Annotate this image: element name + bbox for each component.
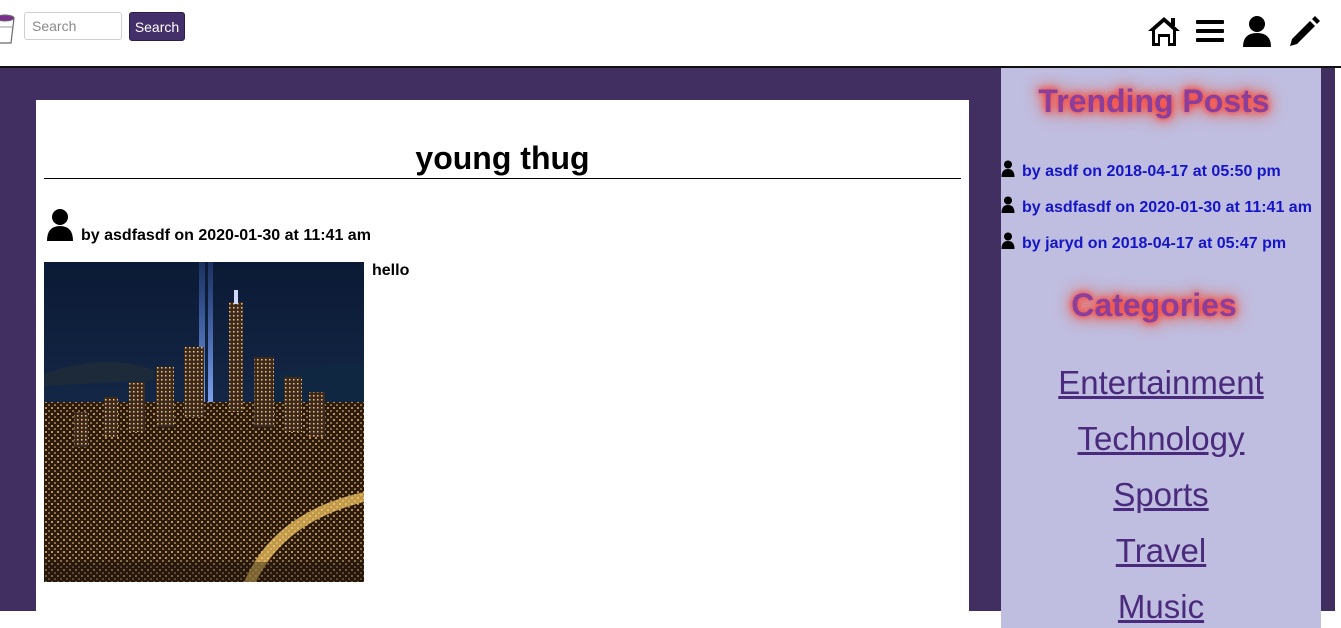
post-meta: by asdfasdf on 2020-01-30 at 11:41 am (81, 227, 371, 244)
post-image (44, 262, 364, 582)
trending-post-link[interactable]: by asdfasdf on 2020-01-30 at 11:41 am (1001, 196, 1312, 217)
trending-post-link[interactable]: by jaryd on 2018-04-17 at 05:47 pm (1001, 232, 1286, 253)
post-card: young thug by asdfasdf on 2020-01-30 at … (36, 100, 969, 620)
trending-post-link[interactable]: by asdf on 2018-04-17 at 05:50 pm (1001, 160, 1281, 181)
category-link-sports[interactable]: Sports (1001, 476, 1321, 514)
scrollbar-track[interactable] (1335, 68, 1341, 611)
post-title: young thug (44, 138, 961, 179)
menu-icon[interactable] (1193, 14, 1227, 48)
post-body: hello (372, 262, 410, 279)
search-input[interactable] (24, 12, 122, 40)
trending-post-label: by jaryd on 2018-04-17 at 05:47 pm (1022, 235, 1287, 252)
trending-post-label: by asdf on 2018-04-17 at 05:50 pm (1022, 163, 1281, 180)
user-icon (1001, 160, 1015, 177)
sidebar: Trending Posts by asdf on 2018-04-17 at … (1001, 68, 1321, 628)
cup-logo-icon[interactable] (0, 10, 16, 44)
user-icon (1001, 232, 1015, 249)
user-icon (1001, 196, 1015, 213)
category-link-travel[interactable]: Travel (1001, 532, 1321, 570)
categories-heading: Categories (1071, 287, 1237, 323)
user-icon[interactable] (1240, 14, 1274, 48)
category-link-technology[interactable]: Technology (1001, 420, 1321, 458)
search-button[interactable]: Search (129, 12, 185, 41)
home-icon[interactable] (1147, 14, 1181, 48)
category-link-music[interactable]: Music (1001, 588, 1321, 626)
trending-post-label: by asdfasdf on 2020-01-30 at 11:41 am (1022, 199, 1312, 216)
trending-heading: Trending Posts (1038, 83, 1270, 119)
user-avatar-icon (46, 208, 74, 242)
category-link-entertainment[interactable]: Entertainment (1001, 364, 1321, 402)
pencil-icon[interactable] (1287, 14, 1321, 48)
top-nav-bar: Search (0, 0, 1341, 68)
